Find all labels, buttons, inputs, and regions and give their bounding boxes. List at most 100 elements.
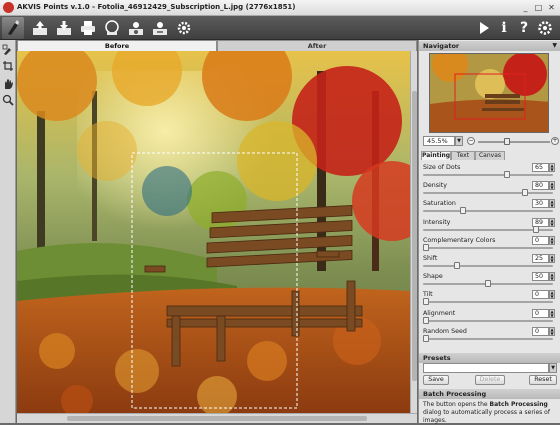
image-canvas[interactable] — [17, 51, 410, 413]
param-row: Saturation 30 ▲ ▼ — [419, 199, 560, 217]
param-row: Complementary Colors 0 ▲ ▼ — [419, 235, 560, 254]
param-row: Shape 50 ▲ ▼ — [419, 272, 560, 290]
param-slider-track[interactable] — [423, 265, 553, 267]
param-spinner-icon[interactable]: ▲ ▼ — [549, 254, 555, 263]
param-value-input[interactable]: 25 — [532, 254, 549, 263]
param-value-input[interactable]: 50 — [532, 272, 549, 282]
batch-description: The button opens the Batch Processing di… — [423, 401, 557, 425]
batch-header: Batch Processing — [419, 389, 560, 399]
info-icon[interactable]: i — [495, 19, 513, 37]
param-slider-track[interactable] — [423, 246, 553, 249]
param-slider-track[interactable] — [423, 301, 553, 304]
title-bar: AKVIS Points v.1.0 - Fotolia_46912429_Su… — [0, 0, 560, 16]
param-slider-track[interactable] — [423, 174, 553, 176]
horizontal-scrollbar[interactable] — [17, 413, 417, 423]
param-value-input[interactable]: 0 — [532, 290, 549, 300]
param-value-input[interactable]: 0 — [532, 235, 549, 245]
vertical-scroll-thumb[interactable] — [412, 91, 417, 381]
window-title: AKVIS Points v.1.0 - Fotolia_46912429_Su… — [17, 3, 296, 11]
param-slider-track[interactable] — [423, 337, 553, 340]
param-row: Density 80 ▲ ▼ — [419, 181, 560, 199]
param-label: Saturation — [423, 200, 456, 208]
param-spinner-icon[interactable]: ▲ ▼ — [549, 308, 555, 318]
param-row: Alignment 0 ▲ ▼ — [419, 308, 560, 327]
param-value-input[interactable]: 0 — [532, 308, 549, 318]
param-slider-handle[interactable] — [460, 207, 467, 215]
main-toolbar: i ? — [0, 16, 560, 40]
delete-preset-button[interactable]: Delete — [475, 375, 505, 385]
zoom-slider-track[interactable] — [478, 141, 550, 143]
save-preset-button[interactable]: Save — [423, 375, 449, 385]
help-icon[interactable]: ? — [515, 19, 533, 37]
param-spinner-icon[interactable]: ▲ ▼ — [549, 290, 555, 300]
minimize-button[interactable]: _ — [520, 2, 531, 13]
param-slider-handle[interactable] — [522, 189, 529, 197]
presets-dropdown-icon[interactable]: ▼ — [549, 363, 557, 373]
param-slider-track[interactable] — [423, 319, 553, 322]
param-spinner-icon[interactable]: ▲ ▼ — [549, 217, 555, 227]
param-row: Random Seed 0 ▲ ▼ — [419, 326, 560, 345]
tab-after[interactable]: After — [217, 40, 417, 51]
zoom-out-button[interactable]: − — [467, 137, 475, 145]
zoom-tool-icon[interactable] — [2, 94, 14, 106]
param-label: Tilt — [423, 291, 433, 299]
batch-title: Batch Processing — [423, 390, 487, 398]
presets-header: Presets — [419, 353, 560, 363]
param-value-input[interactable]: 0 — [532, 326, 549, 336]
navigator-preview[interactable] — [429, 53, 549, 133]
vertical-scrollbar[interactable] — [410, 51, 417, 413]
zoom-dropdown-icon[interactable]: ▼ — [455, 136, 463, 146]
param-row: Intensity 89 ▲ ▼ — [419, 217, 560, 236]
param-slider-handle[interactable] — [485, 280, 491, 288]
presets-icon[interactable] — [151, 19, 169, 37]
hand-tool-icon[interactable] — [2, 78, 14, 90]
settings-panel: Navigator ▼ 45.5% ▼ − + Painting Text Ca… — [418, 40, 560, 425]
tab-painting[interactable]: Painting — [421, 151, 451, 160]
param-slider-handle[interactable] — [423, 334, 429, 342]
param-slider-handle[interactable] — [503, 171, 510, 178]
open-icon[interactable] — [31, 19, 49, 37]
param-spinner-icon[interactable]: ▲ ▼ — [549, 199, 555, 209]
save-icon[interactable] — [55, 19, 73, 37]
view-tabs: Before After — [17, 40, 417, 51]
preferences-icon[interactable] — [536, 19, 554, 37]
maximize-button[interactable]: □ — [533, 2, 544, 13]
print-icon[interactable] — [79, 19, 97, 37]
param-slider-track[interactable] — [423, 210, 553, 213]
param-slider-handle[interactable] — [454, 262, 460, 269]
crop-tool-icon[interactable] — [2, 60, 14, 72]
param-slider-handle[interactable] — [423, 298, 429, 306]
share-icon[interactable] — [103, 19, 121, 37]
batch-text-bold: Batch Processing — [489, 401, 548, 408]
horizontal-scroll-thumb[interactable] — [67, 416, 367, 421]
settings-tabs: Painting Text Canvas — [420, 151, 560, 160]
param-value-input[interactable]: 65 — [532, 163, 549, 172]
param-slider-track[interactable] — [423, 192, 553, 195]
zoom-input[interactable]: 45.5% — [423, 136, 455, 146]
tab-text[interactable]: Text — [451, 151, 475, 160]
brush-tool-icon[interactable] — [2, 44, 14, 56]
run-icon[interactable] — [475, 19, 493, 37]
param-label: Alignment — [423, 309, 456, 317]
reset-preset-button[interactable]: Reset — [529, 375, 557, 385]
param-spinner-icon[interactable]: ▲ ▼ — [549, 272, 555, 282]
param-value-input[interactable]: 30 — [532, 199, 549, 209]
param-value-input[interactable]: 80 — [532, 181, 549, 191]
param-spinner-icon[interactable]: ▲ ▼ — [549, 235, 555, 245]
tab-canvas[interactable]: Canvas — [475, 151, 505, 160]
param-spinner-icon[interactable]: ▲ ▼ — [549, 326, 555, 336]
param-spinner-icon[interactable]: ▲ ▼ — [549, 163, 555, 172]
param-spinner-icon[interactable]: ▲ ▼ — [549, 181, 555, 191]
batch-icon[interactable] — [127, 19, 145, 37]
param-slider-handle[interactable] — [423, 316, 429, 324]
tab-before[interactable]: Before — [17, 40, 217, 51]
zoom-slider-handle[interactable] — [504, 138, 511, 145]
close-button[interactable]: ✕ — [546, 2, 557, 13]
param-slider-handle[interactable] — [533, 225, 540, 233]
collapse-arrow-icon[interactable]: ▼ — [552, 41, 557, 51]
settings-icon[interactable] — [175, 19, 193, 37]
app-logo-icon — [3, 2, 14, 13]
zoom-in-button[interactable]: + — [551, 137, 559, 145]
presets-select[interactable] — [423, 363, 549, 373]
param-slider-handle[interactable] — [423, 243, 429, 251]
